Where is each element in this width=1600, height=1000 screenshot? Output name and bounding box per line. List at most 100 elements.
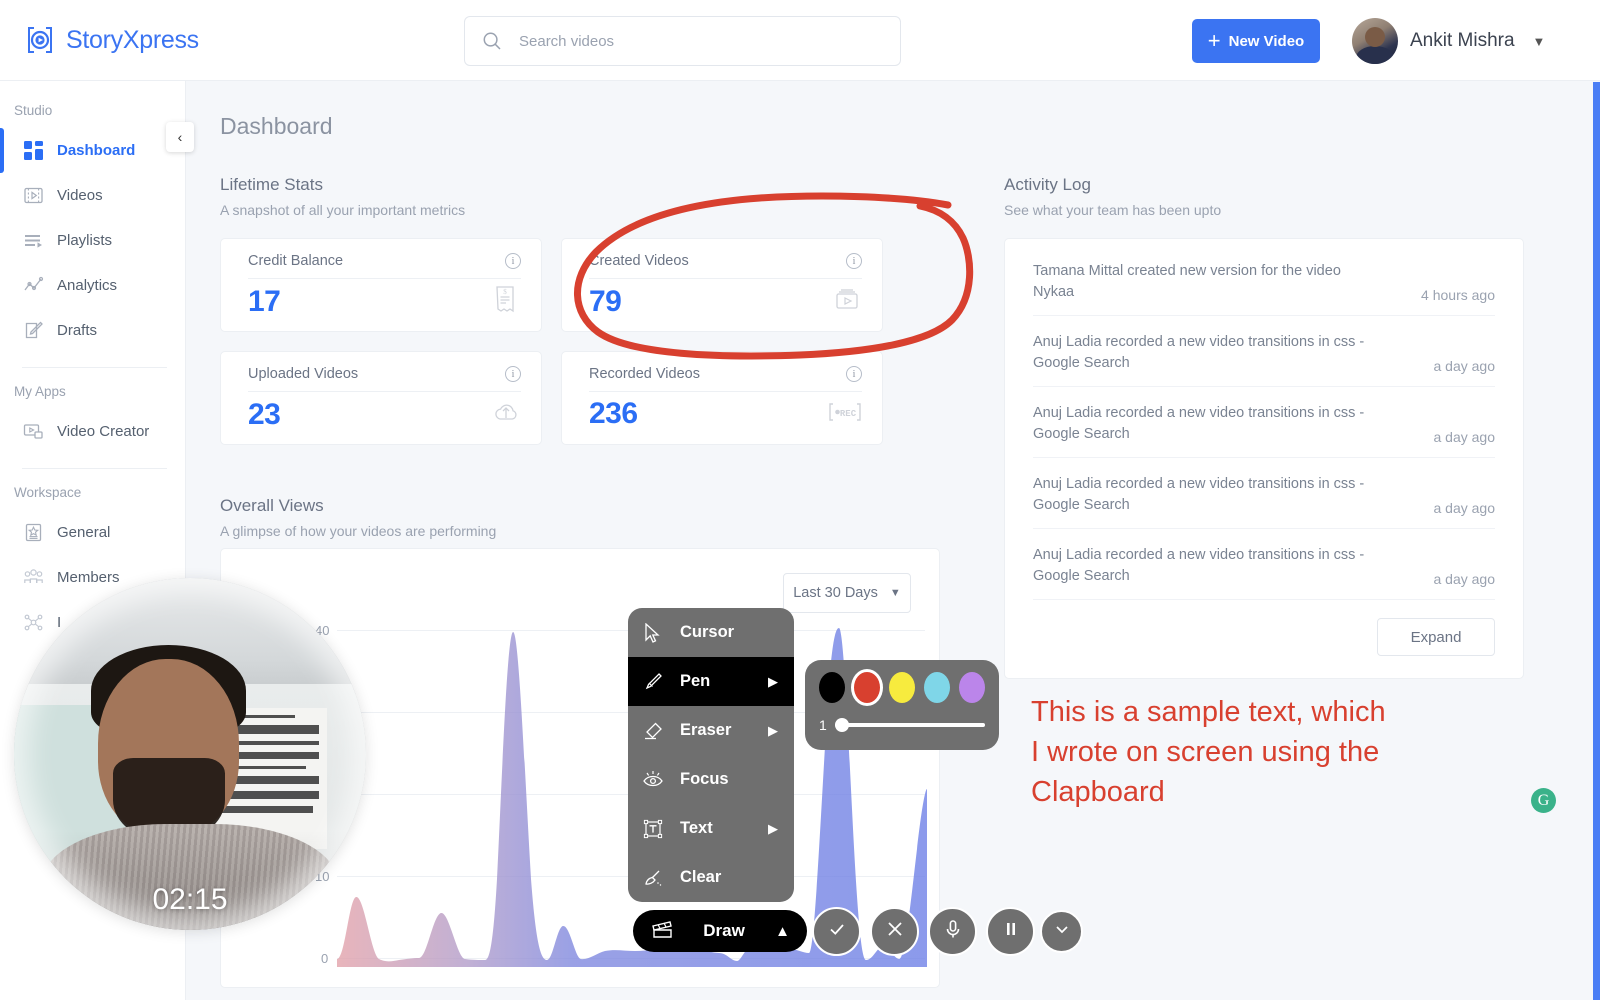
activity-text: Anuj Ladia recorded a new video transiti…	[1033, 405, 1365, 443]
activity-row[interactable]: Anuj Ladia recorded a new video transiti…	[1033, 316, 1495, 388]
main-content: Dashboard Lifetime Stats A snapshot of a…	[186, 81, 1600, 1000]
lifetime-stats-subtitle: A snapshot of all your important metrics	[220, 202, 466, 218]
close-x-icon	[884, 918, 906, 945]
recorder-pause-button[interactable]	[986, 907, 1035, 956]
sidebar-item-label: Dashboard	[57, 142, 136, 159]
focus-eye-icon	[642, 769, 664, 791]
clapboard-icon	[650, 917, 673, 945]
invoice-icon: $	[491, 284, 521, 319]
activity-time: 4 hours ago	[1421, 287, 1495, 304]
brand-name: StoryXpress	[66, 25, 199, 54]
sidebar-item-label: Analytics	[57, 277, 118, 294]
grammarly-extension-badge[interactable]: G	[1531, 788, 1556, 813]
color-swatch-cyan[interactable]	[924, 672, 950, 703]
expand-button[interactable]: Expand	[1377, 618, 1495, 657]
recorder-more-button[interactable]	[1040, 910, 1083, 953]
draw-menu-label: Clear	[680, 868, 722, 886]
info-icon[interactable]: i	[846, 366, 862, 382]
color-swatch-red[interactable]	[854, 672, 880, 703]
sidebar-item-videos[interactable]: Videos	[0, 173, 185, 218]
pen-thickness-value: 1	[819, 717, 827, 733]
sidebar-group-workspace: Workspace	[14, 485, 82, 500]
slider-handle[interactable]	[834, 718, 849, 732]
activity-row[interactable]: Anuj Ladia recorded a new video transiti…	[1033, 529, 1495, 601]
draw-menu-item-cursor[interactable]: Cursor	[628, 608, 794, 657]
divider	[589, 278, 862, 279]
avatar	[1352, 18, 1398, 64]
draw-menu-label: Focus	[680, 770, 729, 788]
video-creator-icon	[22, 421, 44, 443]
draw-toggle-button[interactable]: Draw ▲	[633, 910, 807, 952]
search-bar[interactable]	[464, 16, 901, 66]
activity-row[interactable]: Anuj Ladia recorded a new video transiti…	[1033, 458, 1495, 530]
star-document-icon	[22, 522, 44, 544]
chevron-down-icon[interactable]: ▼	[1533, 34, 1546, 49]
user-name: Ankit Mishra	[1410, 30, 1515, 51]
pen-icon	[642, 671, 664, 693]
draw-menu-item-focus[interactable]: Focus	[628, 755, 794, 804]
draw-tool-menu: Cursor Pen ▶ Eraser ▶ Focus Text ▶ Clear	[628, 608, 794, 902]
sidebar-item-dashboard[interactable]: Dashboard	[0, 128, 185, 173]
overall-views-title: Overall Views	[220, 496, 324, 515]
info-icon[interactable]: i	[505, 366, 521, 382]
activity-text: Anuj Ladia recorded a new video transiti…	[1033, 476, 1365, 514]
activity-log-section: Activity Log See what your team has been…	[1004, 175, 1524, 680]
sidebar-item-analytics[interactable]: Analytics	[0, 263, 185, 308]
new-video-label: New Video	[1228, 32, 1305, 50]
color-swatch-purple[interactable]	[959, 672, 985, 703]
sidebar-item-drafts[interactable]: Drafts	[0, 308, 185, 353]
stat-card-recorded-videos[interactable]: Recorded Videos i 236 REC	[561, 351, 883, 445]
draw-menu-item-clear[interactable]: Clear	[628, 853, 794, 902]
draw-menu-label: Cursor	[680, 623, 735, 641]
overall-views-subtitle: A glimpse of how your videos are perform…	[220, 523, 497, 539]
chevron-left-icon: ‹	[177, 129, 183, 145]
search-input[interactable]	[519, 17, 900, 65]
sidebar-item-general[interactable]: General	[0, 510, 185, 555]
grammarly-icon: G	[1537, 791, 1550, 809]
activity-row[interactable]: Tamana Mittal created new version for th…	[1033, 245, 1495, 317]
stat-card-credit-balance[interactable]: Credit Balance i 17 $	[220, 238, 542, 332]
pause-icon	[1000, 918, 1022, 945]
recorder-microphone-button[interactable]	[928, 907, 977, 956]
text-box-icon	[642, 818, 664, 840]
page-scrollbar[interactable]	[1593, 82, 1600, 1000]
stat-card-value: 23	[248, 397, 281, 431]
color-swatch-yellow[interactable]	[889, 672, 915, 703]
stat-card-label: Recorded Videos	[589, 366, 700, 382]
recorder-confirm-button[interactable]	[812, 907, 861, 956]
activity-log-subtitle: See what your team has been upto	[1004, 202, 1222, 218]
sidebar-divider	[22, 367, 167, 368]
draw-menu-item-eraser[interactable]: Eraser ▶	[628, 706, 794, 755]
sidebar-item-video-creator[interactable]: Video Creator	[0, 409, 185, 454]
sidebar-collapse-button[interactable]: ‹	[166, 122, 194, 152]
user-menu[interactable]: Ankit Mishra ▼	[1352, 18, 1545, 64]
page-title: Dashboard	[220, 113, 333, 139]
stat-card-label: Uploaded Videos	[248, 366, 359, 382]
info-icon[interactable]: i	[846, 253, 862, 269]
webcam-bubble[interactable]: 02:15	[14, 578, 366, 930]
sidebar-item-playlists[interactable]: Playlists	[0, 218, 185, 263]
recorder-cancel-button[interactable]	[870, 907, 919, 956]
color-swatch-black[interactable]	[819, 672, 845, 703]
stat-card-created-videos[interactable]: Created Videos i 79	[561, 238, 883, 332]
stat-card-label: Created Videos	[589, 253, 689, 269]
chevron-right-icon: ▶	[768, 820, 778, 836]
stat-card-uploaded-videos[interactable]: Uploaded Videos i 23	[220, 351, 542, 445]
pen-thickness-slider[interactable]: 1	[819, 717, 985, 733]
draw-menu-item-pen[interactable]: Pen ▶	[628, 657, 794, 706]
slider-track[interactable]	[834, 718, 985, 732]
sidebar-item-label: General	[57, 524, 111, 541]
stat-card-value: 79	[589, 284, 622, 318]
svg-text:REC: REC	[840, 409, 857, 419]
brand-logo[interactable]: StoryXpress	[20, 20, 199, 60]
chevron-right-icon: ▶	[768, 722, 778, 738]
draw-menu-item-text[interactable]: Text ▶	[628, 804, 794, 853]
stat-card-grid: Credit Balance i 17 $ Created Videos i 7…	[220, 238, 940, 445]
activity-row[interactable]: Anuj Ladia recorded a new video transiti…	[1033, 387, 1495, 459]
info-icon[interactable]: i	[505, 253, 521, 269]
chevron-right-icon: ▶	[768, 673, 778, 689]
draw-menu-label: Eraser	[680, 721, 732, 739]
overall-views-section: Overall Views A glimpse of how your vide…	[220, 496, 940, 539]
new-video-button[interactable]: + New Video	[1192, 19, 1320, 63]
activity-text: Anuj Ladia recorded a new video transiti…	[1033, 547, 1365, 585]
